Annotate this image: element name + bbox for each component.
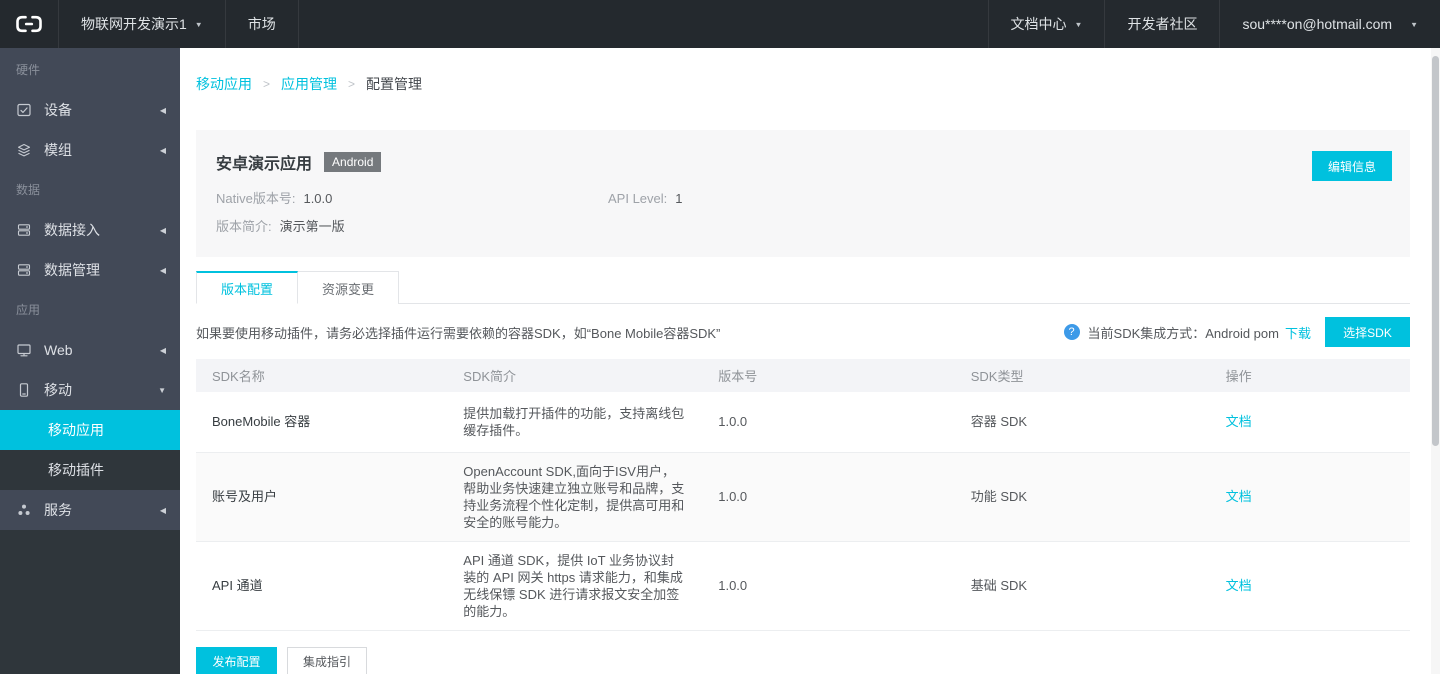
breadcrumb-separator-icon: > [348,77,356,91]
doc-link[interactable]: 文档 [1226,489,1252,504]
version-desc-field: 版本简介: 演示第一版 [216,213,345,241]
native-version-value: 1.0.0 [303,191,333,206]
collapse-arrow-icon: ◀ [159,225,166,235]
sidebar-item-data-management[interactable]: 数据管理 ◀ [0,250,180,290]
sdk-name: 账号及用户 [196,452,448,542]
sidebar-section-data: 数据 [16,183,41,197]
sdk-name: BoneMobile 容器 [196,392,448,453]
app-title: 安卓演示应用 [216,156,313,173]
sidebar-section-hardware: 硬件 [16,63,41,77]
breadcrumb-link-mobile-app[interactable]: 移动应用 [196,74,252,94]
tab-resource-change[interactable]: 资源变更 [298,271,400,304]
edit-info-button[interactable]: 编辑信息 [1312,151,1392,181]
native-version-field: Native版本号: 1.0.0 [216,185,608,213]
chevron-down-icon: ▼ [1410,19,1418,29]
sidebar-subitem-mobile-plugin[interactable]: 移动插件 [0,450,180,490]
topbar: 物联网开发演示1 ▼ 市场 文档中心 ▼ 开发者社区 sou****on@hot… [0,0,1440,48]
sidebar-item-mobile[interactable]: 移动 ▼ [0,370,180,410]
doc-link[interactable]: 文档 [1226,578,1252,593]
project-switcher[interactable]: 物联网开发演示1 ▼ [58,0,225,48]
account-menu[interactable]: sou****on@hotmail.com ▼ [1219,0,1440,48]
collapse-arrow-icon: ◀ [159,105,166,115]
database-icon [17,224,31,236]
table-header-row: SDK名称 SDK简介 版本号 SDK类型 操作 [196,359,1410,392]
device-icon [17,103,31,117]
main-content: 移动应用 > 应用管理 > 配置管理 安卓演示应用 Android 编辑信息 N… [180,48,1440,674]
col-header-sdk-desc: SDK简介 [447,359,703,392]
expand-arrow-icon: ▼ [158,385,166,395]
sidebar: 硬件 设备 ◀ 模组 ◀ 数据 数据接入 ◀ 数据管理 ◀ 应用 Web ◀ 移… [0,48,180,674]
sdk-actions-row: 如果要使用移动插件，请务必选择插件运行需要依赖的容器SDK，如“Bone Mob… [196,317,1410,347]
vertical-scrollbar [1431,48,1440,674]
doc-link[interactable]: 文档 [1226,414,1252,429]
select-sdk-button[interactable]: 选择SDK [1325,317,1410,347]
collapse-arrow-icon: ◀ [159,265,166,275]
chevron-down-icon: ▼ [194,19,203,29]
sidebar-item-web[interactable]: Web ◀ [0,330,180,370]
sidebar-section-application: 应用 [16,303,41,317]
nav-market[interactable]: 市场 [224,0,299,48]
collapse-arrow-icon: ◀ [159,145,166,155]
breadcrumb-link-app-management[interactable]: 应用管理 [281,74,337,94]
platform-badge: Android [324,152,382,172]
collapse-arrow-icon: ◀ [159,505,166,515]
topbar-right: 文档中心 ▼ 开发者社区 sou****on@hotmail.com ▼ [987,0,1440,48]
api-level-value: 1 [675,191,683,206]
sdk-version: 1.0.0 [702,452,955,542]
scrollbar-thumb[interactable] [1432,56,1439,446]
col-header-action: 操作 [1209,359,1410,392]
sdk-integration-label: 当前SDK集成方式：Android pom [1087,325,1279,341]
cloud-brackets-icon [16,15,42,33]
help-icon[interactable]: ? [1063,324,1080,340]
table-row: API 通道 API 通道 SDK，提供 IoT 业务协议封装的 API 网关 … [196,541,1410,631]
sidebar-subitem-mobile-app[interactable]: 移动应用 [0,410,180,450]
sidebar-item-data-ingest[interactable]: 数据接入 ◀ [0,210,180,250]
monitor-icon [17,344,31,357]
table-row: 账号及用户 OpenAccount SDK,面向于ISV用户，帮助业务快速建立独… [196,452,1410,542]
sdk-table: SDK名称 SDK简介 版本号 SDK类型 操作 BoneMobile 容器 提… [196,359,1410,631]
publish-config-button[interactable]: 发布配置 [196,646,277,674]
sdk-version: 1.0.0 [702,541,955,631]
sdk-type: 基础 SDK [954,541,1210,631]
download-link[interactable]: 下载 [1285,323,1311,342]
tab-bar: 版本配置 资源变更 [196,271,1410,304]
account-email: sou****on@hotmail.com [1242,16,1393,32]
col-header-sdk-name: SDK名称 [196,359,448,392]
chevron-down-icon: ▼ [1074,19,1083,29]
cluster-icon [18,504,30,515]
sidebar-item-services[interactable]: 服务 ◀ [0,490,180,530]
sdk-type: 功能 SDK [954,452,1210,542]
sdk-version: 1.0.0 [702,392,955,453]
col-header-version: 版本号 [702,359,955,392]
integration-guide-button[interactable]: 集成指引 [287,646,367,674]
collapse-arrow-icon: ◀ [159,345,166,355]
database-icon [17,264,31,276]
version-desc-value: 演示第一版 [279,219,345,234]
footer-actions: 发布配置 集成指引 [196,646,1410,674]
sdk-desc: 提供加载打开插件的功能，支持离线包缓存插件。 [447,392,703,453]
nav-doc-center[interactable]: 文档中心 ▼ [987,0,1105,48]
sdk-note: 如果要使用移动插件，请务必选择插件运行需要依赖的容器SDK，如“Bone Mob… [196,325,721,341]
api-level-field: API Level: 1 [608,185,683,213]
sidebar-item-modules[interactable]: 模组 ◀ [0,130,180,170]
table-row: BoneMobile 容器 提供加载打开插件的功能，支持离线包缓存插件。 1.0… [196,392,1410,453]
sdk-type: 容器 SDK [954,392,1210,453]
sidebar-item-devices[interactable]: 设备 ◀ [0,90,180,130]
sdk-desc: OpenAccount SDK,面向于ISV用户，帮助业务快速建立独立账号和品牌… [447,452,703,542]
breadcrumb-separator-icon: > [263,77,271,91]
app-info-card: 安卓演示应用 Android 编辑信息 Native版本号: 1.0.0 API… [196,130,1410,257]
breadcrumb-current: 配置管理 [366,76,423,92]
breadcrumb: 移动应用 > 应用管理 > 配置管理 [196,48,1410,94]
brand-logo[interactable] [0,0,58,48]
tab-version-config[interactable]: 版本配置 [196,271,299,304]
col-header-sdk-type: SDK类型 [954,359,1210,392]
smartphone-icon [19,383,29,397]
sidebar-menu: 硬件 设备 ◀ 模组 ◀ 数据 数据接入 ◀ 数据管理 ◀ 应用 Web ◀ 移… [0,48,180,530]
project-name: 物联网开发演示1 [81,16,187,32]
sdk-desc: API 通道 SDK，提供 IoT 业务协议封装的 API 网关 https 请… [447,541,703,631]
nav-developer-community[interactable]: 开发者社区 [1104,0,1219,48]
sdk-name: API 通道 [196,541,448,631]
layers-icon [17,143,31,157]
